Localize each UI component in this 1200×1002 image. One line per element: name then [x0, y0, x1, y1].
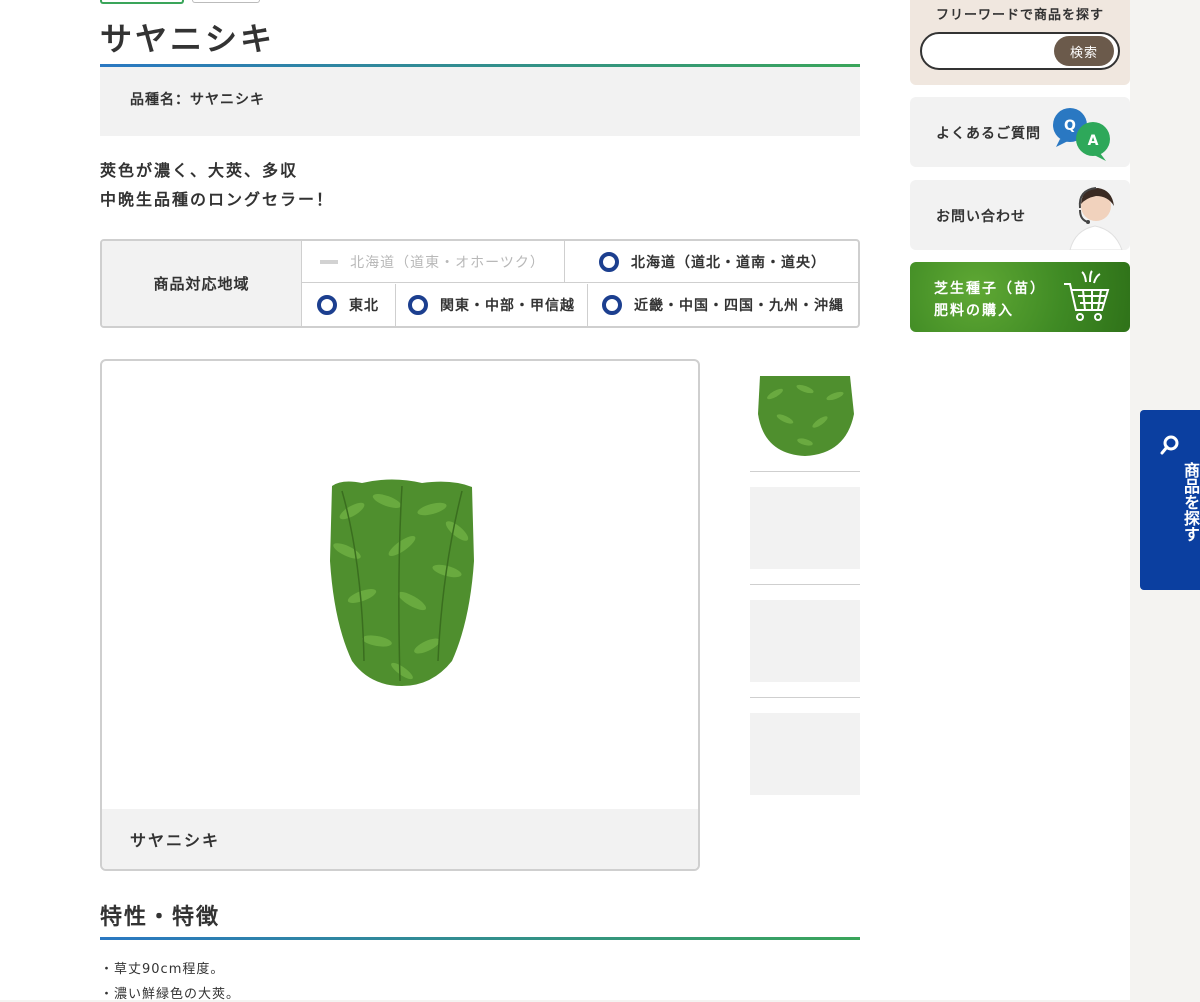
region-hokkaido-east: 北海道（道東・オホーツク） [301, 241, 565, 283]
active-ring-icon [599, 251, 619, 272]
floating-search-label: 商品を探す [1181, 462, 1200, 542]
shop-label-line: 芝生種子（苗） [934, 281, 1046, 297]
active-ring-icon [317, 295, 337, 315]
freeword-search-panel: フリーワードで商品を探す 検索 [910, 0, 1130, 85]
region-table: 商品対応地域 北海道（道東・オホーツク） 北海道（道北・道南・道央） 東北 関東… [100, 239, 860, 328]
product-title: サヤニシキ [100, 20, 276, 58]
thumbnail-divider [750, 584, 860, 585]
region-kinki: 近畿・中国・四国・九州・沖縄 [588, 284, 858, 326]
active-ring-icon [602, 295, 622, 315]
tab-indicator-active[interactable] [100, 0, 184, 4]
operator-headset-icon [1030, 180, 1130, 250]
shop-label-line: 肥料の購入 [934, 303, 1014, 319]
region-kanto: 関東・中部・甲信越 [396, 284, 588, 326]
contact-label: お問い合わせ [936, 209, 1026, 225]
tab-indicator[interactable] [192, 0, 260, 3]
product-tagline: 莢色が濃く、大莢、多収 中晩生品種のロングセラー！ [100, 156, 334, 214]
thumbnail-divider [750, 471, 860, 472]
main-product-image[interactable]: サヤニシキ [100, 359, 700, 871]
features-underline [100, 937, 860, 940]
shop-label: 芝生種子（苗） 肥料の購入 [934, 278, 1046, 322]
thumbnail-4[interactable] [750, 713, 860, 795]
thumbnail-1[interactable] [750, 374, 860, 456]
thumbnail-divider [750, 697, 860, 698]
region-tohoku: 東北 [301, 284, 396, 326]
edamame-thumbnail [758, 376, 854, 456]
features-heading: 特性・特徴 [100, 905, 221, 930]
edamame-bunch [324, 479, 474, 686]
region-label: 近畿・中国・四国・九州・沖縄 [634, 298, 844, 314]
active-ring-icon [408, 295, 428, 315]
region-label: 北海道（道北・道南・道央） [631, 254, 826, 271]
svg-text:A: A [1088, 133, 1099, 149]
region-label: 北海道（道東・オホーツク） [350, 254, 545, 271]
search-button[interactable]: 検索 [1054, 36, 1114, 66]
svg-text:Q: Q [1064, 118, 1076, 134]
feature-item: ・草丈90cm程度。 [100, 962, 225, 977]
floating-product-search-tab[interactable]: 商品を探す [1140, 410, 1200, 590]
thumbnail-3[interactable] [750, 600, 860, 682]
search-label: フリーワードで商品を探す [935, 8, 1104, 23]
shopping-cart-icon [1064, 270, 1110, 321]
region-hokkaido-central: 北海道（道北・道南・道央） [565, 241, 858, 283]
contact-link[interactable]: お問い合わせ [910, 180, 1130, 250]
region-label: 東北 [349, 298, 379, 314]
thumbnail-2[interactable] [750, 487, 860, 569]
region-heading: 商品対応地域 [102, 241, 302, 326]
shop-purchase-link[interactable]: 芝生種子（苗） 肥料の購入 [910, 262, 1130, 332]
variety-name: 品種名：サヤニシキ [130, 92, 265, 108]
feature-item: ・濃い鮮緑色の大莢。 [100, 987, 241, 1002]
region-label: 関東・中部・甲信越 [440, 298, 575, 314]
faq-label: よくあるご質問 [936, 126, 1041, 142]
search-icon [1160, 435, 1179, 455]
faq-link[interactable]: よくあるご質問 Q A [910, 97, 1130, 167]
variety-name-box: 品種名：サヤニシキ [100, 67, 860, 136]
tagline-line: 中晩生品種のロングセラー！ [100, 190, 335, 209]
inactive-dash-icon [320, 259, 339, 264]
qa-bubbles-icon: Q A [1053, 108, 1110, 161]
tagline-line: 莢色が濃く、大莢、多収 [100, 161, 299, 180]
main-image-caption: サヤニシキ [102, 809, 698, 869]
edamame-photo [324, 479, 474, 686]
